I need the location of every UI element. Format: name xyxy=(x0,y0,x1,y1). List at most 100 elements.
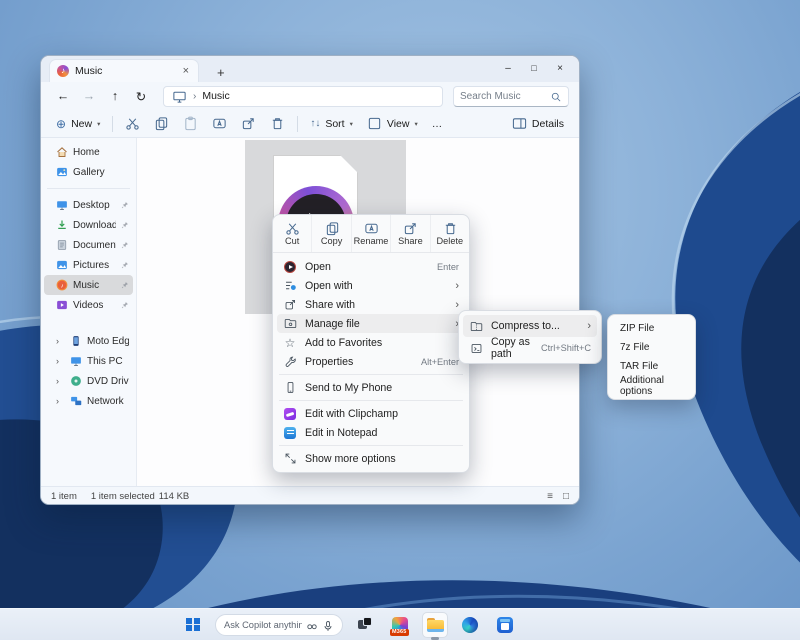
file-explorer-button[interactable] xyxy=(422,612,448,638)
minimize-button[interactable]: – xyxy=(495,63,521,74)
search-input[interactable] xyxy=(460,91,550,102)
chevron-right-icon[interactable]: › xyxy=(56,396,65,406)
music-file-icon: ♪ xyxy=(57,65,69,77)
edge-button[interactable] xyxy=(457,612,483,638)
cut-button[interactable] xyxy=(118,112,147,136)
menu-item-zip-file[interactable]: ZIP File xyxy=(612,319,691,338)
sort-button[interactable]: ↑↓ Sort ▾ xyxy=(303,112,360,136)
menu-item-additional-options[interactable]: Additional options xyxy=(612,376,691,395)
menu-item-copy-as-path[interactable]: Copy as path Ctrl+Shift+C xyxy=(463,337,597,359)
new-tab-button[interactable]: + xyxy=(213,65,229,82)
sidebar-item-downloads[interactable]: Downloads xyxy=(44,215,133,235)
menu-item-manage-file[interactable]: Manage file › xyxy=(277,314,465,333)
cut-action[interactable]: Cut xyxy=(273,215,312,252)
menu-item-compress-to[interactable]: Compress to... › xyxy=(463,315,597,337)
sidebar-item-home[interactable]: Home xyxy=(44,142,133,162)
copy-action[interactable]: Copy xyxy=(312,215,351,252)
details-button[interactable]: Details xyxy=(505,112,571,136)
close-button[interactable]: × xyxy=(547,63,573,74)
share-button[interactable] xyxy=(234,112,263,136)
sidebar-item-pictures[interactable]: Pictures xyxy=(44,255,133,275)
delete-button[interactable] xyxy=(263,112,292,136)
store-button[interactable] xyxy=(492,612,518,638)
new-button[interactable]: ⊕ New ▾ xyxy=(49,112,107,136)
sidebar-item-videos[interactable]: Videos xyxy=(44,295,133,315)
sidebar-item-phone[interactable]: › Moto Edge 50 Neo xyxy=(44,331,133,351)
chevron-down-icon: ▾ xyxy=(97,120,100,128)
see-more-button[interactable]: … xyxy=(425,112,450,136)
window-caption: – □ × xyxy=(495,56,573,80)
copilot-search-input[interactable] xyxy=(224,620,302,630)
delete-action[interactable]: Delete xyxy=(431,215,469,252)
manage-file-icon xyxy=(283,317,297,331)
folder-icon xyxy=(427,618,444,632)
sidebar-item-network[interactable]: › Network xyxy=(44,391,133,411)
sidebar-item-desktop[interactable]: Desktop xyxy=(44,195,133,215)
rename-action[interactable]: Rename xyxy=(352,215,391,252)
menu-item-open-with[interactable]: Open with › xyxy=(277,276,465,295)
sidebar-item-documents[interactable]: Documents xyxy=(44,235,133,255)
menu-item-send-to-phone[interactable]: Send to My Phone xyxy=(277,378,465,397)
menu-item-properties[interactable]: Properties Alt+Enter xyxy=(277,352,465,371)
music-folder-icon: ♪ xyxy=(56,279,68,291)
maximize-button[interactable]: □ xyxy=(521,63,547,73)
submenu-chevron-icon: › xyxy=(455,299,459,311)
chevron-right-icon[interactable]: › xyxy=(56,336,65,346)
menu-item-open[interactable]: Open Enter xyxy=(277,257,465,276)
sidebar-item-music[interactable]: ♪ Music xyxy=(44,275,133,295)
back-button[interactable]: ← xyxy=(51,89,75,103)
submenu-chevron-icon: › xyxy=(455,280,459,292)
m365-copilot-button[interactable]: M365 xyxy=(387,612,413,638)
list-view-toggle[interactable]: ≡ xyxy=(547,491,553,502)
chevron-down-icon: ▾ xyxy=(414,120,417,128)
pin-icon xyxy=(121,301,129,309)
rename-button[interactable] xyxy=(205,112,234,136)
view-button[interactable]: View ▾ xyxy=(360,112,425,136)
open-with-icon xyxy=(283,279,297,293)
m365-icon: M365 xyxy=(392,617,408,633)
address-bar[interactable]: › Music xyxy=(163,86,443,107)
context-menu: Cut Copy Rename Share Delete Open xyxy=(272,214,470,473)
forward-button[interactable]: → xyxy=(77,89,101,103)
menu-item-edit-clipchamp[interactable]: Edit with Clipchamp xyxy=(277,404,465,423)
divider xyxy=(279,445,463,446)
windows-logo-icon xyxy=(186,618,200,632)
share-action[interactable]: Share xyxy=(391,215,430,252)
chevron-right-icon[interactable]: › xyxy=(56,356,65,366)
task-view-button[interactable] xyxy=(352,612,378,638)
tab-music[interactable]: ♪ Music × xyxy=(49,59,199,82)
tab-close-icon[interactable]: × xyxy=(181,65,191,77)
sidebar-item-this-pc[interactable]: › This PC xyxy=(44,351,133,371)
paste-button[interactable] xyxy=(176,112,205,136)
desktop-icon xyxy=(56,199,68,211)
compress-icon xyxy=(469,319,483,333)
paste-icon xyxy=(183,116,198,131)
sidebar-item-gallery[interactable]: Gallery xyxy=(44,162,133,182)
start-button[interactable] xyxy=(180,612,206,638)
menu-item-add-to-favorites[interactable]: ☆ Add to Favorites xyxy=(277,333,465,352)
phone-outline-icon xyxy=(283,381,297,395)
copilot-search-pill[interactable] xyxy=(215,614,343,636)
task-view-icon xyxy=(358,617,373,632)
menu-item-share-with[interactable]: Share with › xyxy=(277,295,465,314)
star-icon: ☆ xyxy=(283,336,297,350)
pin-icon xyxy=(121,201,129,209)
refresh-button[interactable]: ↻ xyxy=(129,89,153,104)
menu-item-edit-notepad[interactable]: Edit in Notepad xyxy=(277,423,465,442)
menu-item-tar-file[interactable]: TAR File xyxy=(612,357,691,376)
chevron-right-icon[interactable]: › xyxy=(56,376,65,386)
icons-view-toggle[interactable]: □ xyxy=(563,491,569,502)
pin-icon xyxy=(121,241,129,249)
microphone-icon[interactable] xyxy=(322,619,334,631)
sidebar-item-dvd-drive[interactable]: › DVD Drive (D:) CCC xyxy=(44,371,133,391)
copy-button[interactable] xyxy=(147,112,176,136)
notepad-icon xyxy=(283,426,297,440)
sort-arrows-icon: ↑↓ xyxy=(310,118,320,129)
pin-icon xyxy=(121,221,129,229)
menu-item-7z-file[interactable]: 7z File xyxy=(612,338,691,357)
copilot-vision-icon[interactable] xyxy=(306,619,318,631)
rename-icon xyxy=(364,221,378,235)
up-button[interactable]: ↑ xyxy=(103,89,127,103)
menu-item-show-more-options[interactable]: Show more options xyxy=(277,449,465,468)
search-box[interactable] xyxy=(453,86,569,107)
